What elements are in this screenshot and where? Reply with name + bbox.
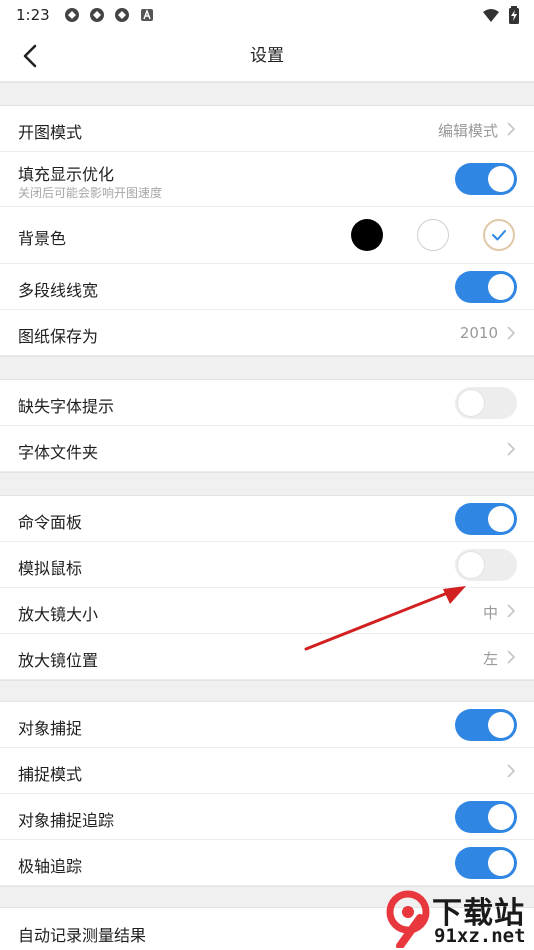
section-divider <box>0 680 534 702</box>
chevron-right-icon <box>507 442 516 456</box>
setting-command-panel[interactable]: 命令面板 <box>0 496 534 542</box>
watermark-url: 91xz.net <box>434 925 526 947</box>
chevron-right-icon <box>507 326 516 340</box>
setting-label: 缺失字体提示 <box>18 397 115 416</box>
setting-sublabel: 关闭后可能会影响开图速度 <box>18 186 163 200</box>
app-header: 设置 <box>0 30 534 82</box>
section-divider <box>0 472 534 496</box>
setting-label: 放大镜大小 <box>18 605 99 624</box>
chevron-right-icon <box>507 650 516 664</box>
status-time: 1:23 <box>16 6 50 24</box>
back-button[interactable] <box>12 38 48 74</box>
chevron-right-icon <box>507 122 516 136</box>
setting-font-folder[interactable]: 字体文件夹 <box>0 426 534 472</box>
chevron-right-icon <box>507 764 516 778</box>
setting-label: 背景色 <box>18 229 67 248</box>
setting-save-as[interactable]: 图纸保存为 2010 <box>0 310 534 356</box>
setting-label: 命令面板 <box>18 513 83 532</box>
setting-label: 图纸保存为 <box>18 327 99 346</box>
missing-font-toggle[interactable] <box>455 387 517 419</box>
setting-polar-tracking[interactable]: 极轴追踪 <box>0 840 534 886</box>
setting-label: 对象捕捉追踪 <box>18 811 115 830</box>
object-snap-toggle[interactable] <box>455 709 517 741</box>
background-white-option[interactable] <box>417 219 449 251</box>
sync-icon <box>89 7 105 23</box>
site-watermark: 下载站 91xz.net <box>382 888 534 950</box>
setting-snap-mode[interactable]: 捕捉模式 <box>0 748 534 794</box>
setting-background-color: 背景色 <box>0 207 534 264</box>
snap-tracking-toggle[interactable] <box>455 801 517 833</box>
setting-label: 多段线线宽 <box>18 281 99 300</box>
command-panel-toggle[interactable] <box>455 503 517 535</box>
setting-value: 中 <box>482 604 498 622</box>
polyline-width-toggle[interactable] <box>455 271 517 303</box>
setting-value: 左 <box>482 650 498 668</box>
setting-snap-tracking[interactable]: 对象捕捉追踪 <box>0 794 534 840</box>
annotation-arrow <box>304 586 466 651</box>
setting-label: 开图模式 <box>18 123 83 142</box>
polar-tracking-toggle[interactable] <box>455 847 517 879</box>
setting-label: 字体文件夹 <box>18 443 99 462</box>
section-divider <box>0 82 534 106</box>
setting-label: 填充显示优化 <box>18 165 115 184</box>
setting-label: 对象捕捉 <box>18 719 83 738</box>
sync-icon <box>64 7 80 23</box>
section-divider <box>0 356 534 380</box>
page-title: 设置 <box>250 46 284 66</box>
battery-charging-icon <box>508 6 520 28</box>
back-arrow-icon <box>23 44 37 68</box>
setting-object-snap[interactable]: 对象捕捉 <box>0 702 534 748</box>
background-selected-option[interactable] <box>483 219 515 251</box>
setting-value: 2010 <box>459 324 498 342</box>
site-logo-icon <box>386 890 430 948</box>
chevron-right-icon <box>507 604 516 618</box>
setting-label: 自动记录测量结果 <box>18 926 147 945</box>
setting-simulate-mouse[interactable]: 模拟鼠标 <box>0 542 534 588</box>
setting-missing-font[interactable]: 缺失字体提示 <box>0 380 534 426</box>
setting-polyline-width[interactable]: 多段线线宽 <box>0 264 534 310</box>
setting-fill-optimize[interactable]: 填充显示优化 关闭后可能会影响开图速度 <box>0 152 534 207</box>
setting-label: 捕捉模式 <box>18 765 83 784</box>
status-bar: 1:23 <box>0 0 534 30</box>
a-box-icon <box>139 7 155 23</box>
simulate-mouse-toggle[interactable] <box>455 549 517 581</box>
setting-open-mode[interactable]: 开图模式 编辑模式 <box>0 106 534 152</box>
setting-label: 极轴追踪 <box>18 857 83 876</box>
sync-icon <box>114 7 130 23</box>
setting-value: 编辑模式 <box>437 122 498 140</box>
setting-label: 模拟鼠标 <box>18 559 83 578</box>
background-black-option[interactable] <box>351 219 383 251</box>
wifi-icon <box>482 7 500 27</box>
setting-label: 放大镜位置 <box>18 651 99 670</box>
check-icon <box>492 230 506 241</box>
fill-optimize-toggle[interactable] <box>455 163 517 195</box>
